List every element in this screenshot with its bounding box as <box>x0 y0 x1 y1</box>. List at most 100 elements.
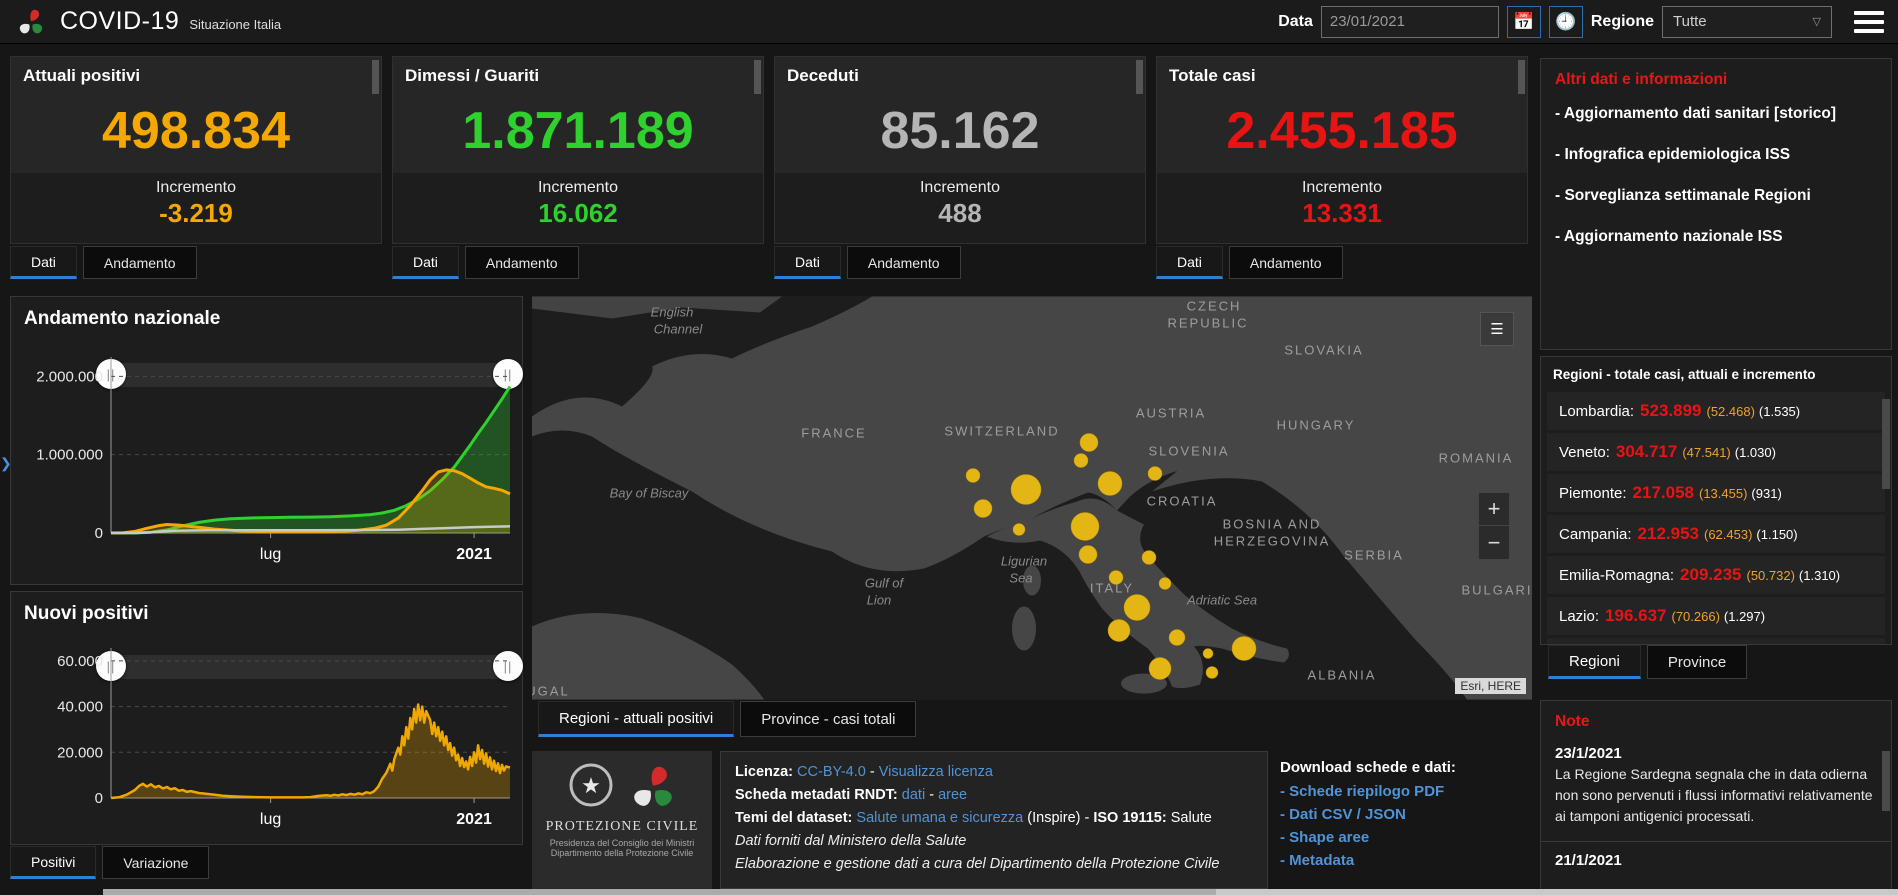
italy-map[interactable]: EnglishChannelBay of BiscayGulf ofLionLi… <box>532 296 1532 700</box>
horizontal-scrollbar[interactable] <box>103 889 1898 895</box>
map-bubble-17[interactable] <box>1203 649 1213 659</box>
map-bubble-5[interactable] <box>1098 472 1122 496</box>
tab-dati-dimessi-guariti[interactable]: Dati <box>392 246 459 279</box>
download-link-1[interactable]: - Dati CSV / JSON <box>1280 803 1528 826</box>
download-link-0[interactable]: - Schede riepilogo PDF <box>1280 780 1528 803</box>
tab-dati-attuali-positivi[interactable]: Dati <box>10 246 77 279</box>
map-tabs: Regioni - attuali positivi Province - ca… <box>538 701 922 737</box>
license-link[interactable]: dati <box>902 787 925 803</box>
map-zoom-out-button[interactable]: − <box>1479 526 1509 559</box>
svg-text:★: ★ <box>581 773 601 798</box>
y-tick-label: 60.000 <box>57 653 103 670</box>
card-scrollbar[interactable] <box>372 60 379 94</box>
tab-variazione[interactable]: Variazione <box>102 846 209 879</box>
nuovi-positivi-panel: Nuovi positivi || || 020.00040.00060.000… <box>10 591 523 845</box>
map-bubble-11[interactable] <box>1109 571 1123 585</box>
clock-icon[interactable]: 🕘 <box>1549 6 1583 38</box>
map-bubble-8[interactable] <box>1071 513 1099 541</box>
left-panel-expander-icon[interactable]: ❯ <box>0 455 12 472</box>
card-value-totale-casi: 2.455.185 <box>1157 95 1527 173</box>
map-bubble-16[interactable] <box>1232 637 1256 661</box>
map-bubble-4[interactable] <box>1074 454 1088 468</box>
tab-andamento-deceduti[interactable]: Andamento <box>847 246 961 279</box>
license-text: Temi del dataset: <box>735 810 856 826</box>
note-text-0: La Regione Sardegna segnala che in data … <box>1541 764 1891 827</box>
map-bubble-3[interactable] <box>1080 434 1098 452</box>
region-name: Emilia-Romagna: <box>1559 567 1674 584</box>
tab-province[interactable]: Province <box>1647 645 1747 679</box>
map-bubble-15[interactable] <box>1169 630 1185 646</box>
andamento-nazionale-panel: Andamento nazionale || || 01.000.0002.00… <box>10 296 523 585</box>
license-text: - <box>866 764 879 780</box>
tab-regioni-attuali-positivi[interactable]: Regioni - attuali positivi <box>538 701 734 737</box>
map-bubble-19[interactable] <box>1206 667 1218 679</box>
calendar-icon[interactable]: 📅 <box>1507 6 1541 38</box>
map-label-switzerland: SWITZERLAND <box>944 424 1059 439</box>
region-row-veneto[interactable]: Veneto:304.717(47.541)(1.030) <box>1547 433 1885 471</box>
map-bubble-7[interactable] <box>1013 524 1025 536</box>
tab-andamento-totale-casi[interactable]: Andamento <box>1229 246 1343 279</box>
tab-andamento-attuali-positivi[interactable]: Andamento <box>83 246 197 279</box>
map-bubble-9[interactable] <box>1079 546 1097 564</box>
region-selected-value: Tutte <box>1673 13 1707 30</box>
region-row-lombardia[interactable]: Lombardia:523.899(52.468)(1.535) <box>1547 392 1885 430</box>
tab-positivi[interactable]: Positivi <box>10 846 96 879</box>
tab-dati-totale-casi[interactable]: Dati <box>1156 246 1223 279</box>
map-bubble-6[interactable] <box>1148 467 1162 481</box>
tab-province-casi-totali[interactable]: Province - casi totali <box>740 701 916 737</box>
x-tick-label: 2021 <box>456 546 492 563</box>
map-zoom-in-button[interactable]: + <box>1479 493 1509 526</box>
region-row-emilia-romagna[interactable]: Emilia-Romagna:209.235(50.732)(1.310) <box>1547 556 1885 594</box>
info-link-3[interactable]: - Aggiornamento nazionale ISS <box>1541 216 1891 257</box>
info-link-0[interactable]: - Aggiornamento dati sanitari [storico] <box>1541 93 1891 134</box>
regions-scrollbar[interactable] <box>1882 399 1890 489</box>
card-title-attuali-positivi: Attuali positivi <box>11 57 381 95</box>
license-link[interactable]: aree <box>938 787 967 803</box>
region-current-positives: (52.468) <box>1707 404 1755 419</box>
license-link[interactable]: Salute umana e sicurezza <box>856 810 1023 826</box>
download-link-2[interactable]: - Shape aree <box>1280 826 1528 849</box>
date-input[interactable] <box>1321 6 1499 38</box>
license-line-1: Scheda metadati RNDT: dati - aree <box>735 784 1253 807</box>
chart2-tabs: Positivi Variazione <box>10 846 215 879</box>
download-link-3[interactable]: - Metadata <box>1280 849 1528 872</box>
region-row-lazio[interactable]: Lazio:196.637(70.266)(1.297) <box>1547 597 1885 635</box>
license-line-0: Licenza: CC-BY-4.0 - Visualizza licenza <box>735 761 1253 784</box>
info-link-2[interactable]: - Sorveglianza settimanale Regioni <box>1541 175 1891 216</box>
license-link[interactable]: Visualizza licenza <box>879 764 993 780</box>
horizontal-scrollbar-thumb[interactable] <box>103 889 1216 895</box>
map-label-bay-of-biscay: Bay of Biscay <box>610 486 690 501</box>
map-label-serbia: SERBIA <box>1344 548 1404 563</box>
region-row-piemonte[interactable]: Piemonte:217.058(13.455)(931) <box>1547 474 1885 512</box>
region-total-cases: 212.953 <box>1638 524 1699 544</box>
layer-list-icon[interactable]: ☰ <box>1480 312 1514 346</box>
info-link-1[interactable]: - Infografica epidemiologica ISS <box>1541 134 1891 175</box>
tab-andamento-dimessi-guariti[interactable]: Andamento <box>465 246 579 279</box>
note-scrollbar[interactable] <box>1882 751 1890 811</box>
region-select[interactable]: Tutte ▽ <box>1662 6 1832 38</box>
region-current-positives: (50.732) <box>1747 568 1795 583</box>
map-bubble-12[interactable] <box>1159 578 1171 590</box>
card-scrollbar[interactable] <box>1136 60 1143 94</box>
map-attribution: Esri, HERE <box>1455 678 1526 694</box>
map-bubble-10[interactable] <box>1142 551 1156 565</box>
tab-dati-deceduti[interactable]: Dati <box>774 246 841 279</box>
map-bubble-13[interactable] <box>1124 595 1150 621</box>
map-bubble-2[interactable] <box>974 500 992 518</box>
hamburger-menu-icon[interactable] <box>1854 11 1884 33</box>
map-bubble-0[interactable] <box>966 469 980 483</box>
region-increment: (1.150) <box>1756 527 1797 542</box>
tab-regioni[interactable]: Regioni <box>1548 645 1641 679</box>
map-bubble-14[interactable] <box>1108 620 1130 642</box>
license-line-2: Temi del dataset: Salute umana e sicurez… <box>735 807 1253 830</box>
region-row-campania[interactable]: Campania:212.953(62.453)(1.150) <box>1547 515 1885 553</box>
region-row-toscana[interactable]: Toscana:130.882(8.544)(739) <box>1547 638 1885 645</box>
region-name: Lombardia: <box>1559 403 1634 420</box>
download-title: Download schede e dati: <box>1280 759 1528 776</box>
card-scrollbar[interactable] <box>754 60 761 94</box>
card-scrollbar[interactable] <box>1518 60 1525 94</box>
map-bubble-1[interactable] <box>1011 475 1041 505</box>
footer-org-name: PROTEZIONE CIVILE <box>532 819 712 835</box>
license-link[interactable]: CC-BY-4.0 <box>797 764 866 780</box>
map-bubble-18[interactable] <box>1149 658 1171 680</box>
